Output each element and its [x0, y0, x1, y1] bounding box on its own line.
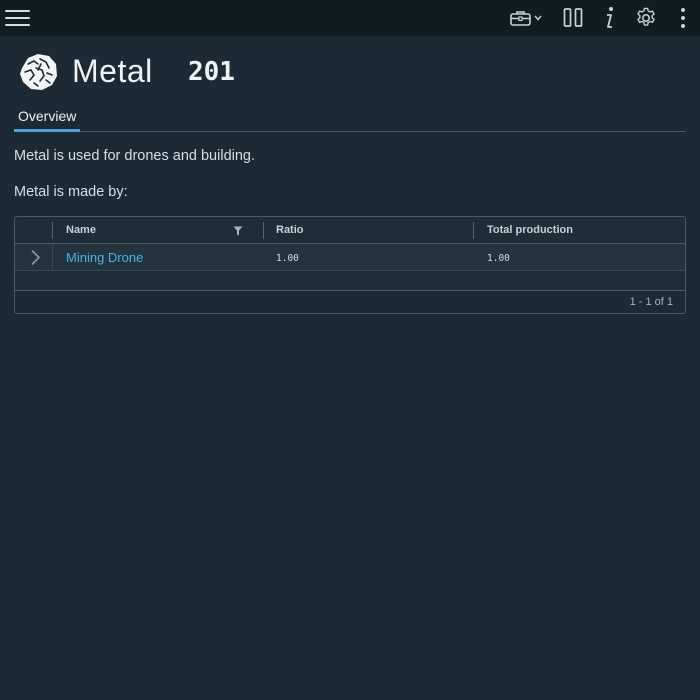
hamburger-menu-icon[interactable]: [5, 8, 31, 28]
column-header-ratio[interactable]: Ratio: [276, 217, 304, 244]
chevron-down-icon: [534, 15, 542, 21]
producers-table: Name Ratio Total production Mining Drone…: [14, 216, 686, 314]
pagination-info: 1 - 1 of 1: [629, 296, 673, 308]
top-bar: [0, 0, 700, 36]
column-header-name[interactable]: Name: [66, 217, 96, 244]
toolbox-icon: [510, 11, 531, 26]
tab-bar: Overview: [14, 104, 686, 132]
more-vertical-icon: [681, 8, 685, 28]
columns-button[interactable]: [560, 0, 586, 36]
resource-amount: 201: [188, 57, 235, 87]
producer-ratio: 1.00: [276, 253, 299, 264]
info-button[interactable]: [598, 0, 620, 36]
page-title: Metal: [72, 53, 153, 89]
producer-name-link[interactable]: Mining Drone: [66, 244, 143, 271]
settings-button[interactable]: [633, 0, 659, 36]
metal-ore-icon: [20, 54, 57, 90]
column-separator[interactable]: [473, 222, 474, 239]
tab-overview[interactable]: Overview: [14, 104, 81, 132]
table-row: Mining Drone 1.00 1.00: [15, 244, 685, 271]
table-footer: 1 - 1 of 1: [15, 291, 685, 313]
column-header-total-production[interactable]: Total production: [487, 217, 573, 244]
chevron-right-icon[interactable]: [29, 249, 43, 266]
resource-header: Metal 201: [14, 48, 686, 96]
table-header: Name Ratio Total production: [15, 217, 685, 244]
toolbox-dropdown-button[interactable]: [508, 0, 546, 36]
gear-icon: [637, 7, 655, 26]
made-by-label: Metal is made by:: [14, 184, 128, 200]
table-empty-space: [15, 271, 685, 291]
column-separator: [52, 222, 53, 239]
resource-description: Metal is used for drones and building.: [14, 148, 256, 164]
columns-icon: [563, 8, 583, 27]
column-separator[interactable]: [263, 222, 264, 239]
more-options-button[interactable]: [672, 0, 694, 36]
info-icon: [607, 7, 613, 28]
filter-icon[interactable]: [233, 226, 243, 236]
row-separator: [52, 244, 53, 271]
producer-total-production: 1.00: [487, 253, 510, 264]
